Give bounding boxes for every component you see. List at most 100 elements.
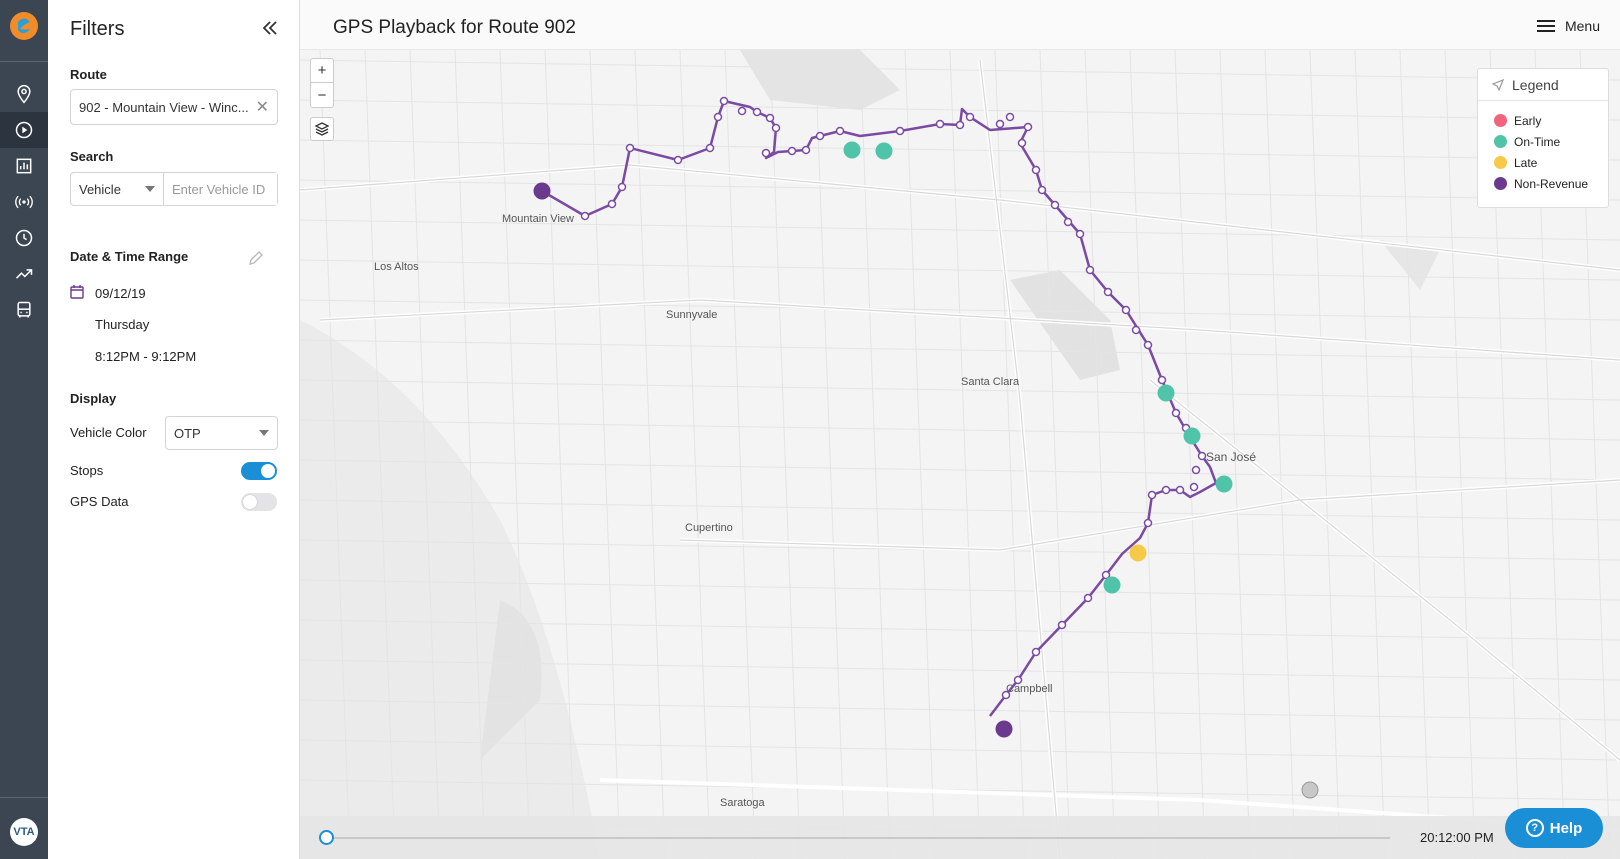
place-label: Los Altos [374,261,419,273]
route-stop-marker[interactable] [995,119,1005,129]
route-stop-marker[interactable] [1050,200,1060,210]
route-stop-marker[interactable] [1085,265,1095,275]
route-stop-marker[interactable] [1191,465,1201,475]
date-value: 09/12/19 [95,286,146,301]
route-stop-marker[interactable] [1189,482,1199,492]
vehicle-marker[interactable] [875,142,893,160]
route-stop-marker[interactable] [771,123,781,133]
vehicle-marker[interactable] [995,720,1013,738]
chevron-down-icon [259,430,269,436]
route-stop-marker[interactable] [737,106,747,116]
vehicle-marker[interactable] [1157,384,1175,402]
collapse-panel-icon[interactable] [260,18,280,38]
route-stop-marker[interactable] [1037,185,1047,195]
route-stop-marker[interactable] [1175,485,1185,495]
nav-location-icon[interactable] [0,76,48,112]
route-stop-marker[interactable] [1103,287,1113,297]
route-stop-marker[interactable] [617,182,627,192]
vehicle-marker[interactable] [843,141,861,159]
route-stop-marker[interactable] [787,146,797,156]
place-label: Cupertino [685,522,733,534]
route-stop-marker[interactable] [1131,325,1141,335]
legend-item: On-Time [1478,131,1608,152]
route-stop-marker[interactable] [1143,518,1153,528]
nav-playback-icon[interactable] [0,112,48,148]
route-stop-marker[interactable] [935,119,945,129]
nav-history-icon[interactable] [0,220,48,256]
route-stop-marker[interactable] [1063,217,1073,227]
playback-slider-thumb[interactable] [319,830,334,845]
route-stop-marker[interactable] [1017,138,1027,148]
route-stop-marker[interactable] [761,148,771,158]
route-stop-marker[interactable] [835,126,845,136]
route-stop-marker[interactable] [1171,408,1181,418]
route-stop-marker[interactable] [752,107,762,117]
legend-label: On-Time [1514,134,1561,149]
map-view[interactable]: Mountain View Los Altos Sunnyvale Santa … [300,0,1620,859]
route-stop-marker[interactable] [965,112,975,122]
vehicle-marker[interactable] [1129,544,1147,562]
route-stop-marker[interactable] [580,211,590,221]
playback-track[interactable] [327,837,1390,839]
route-stop-marker[interactable] [705,143,715,153]
nav-reports-icon[interactable] [0,148,48,184]
nav-rail: VTA [0,0,48,859]
vehicle-id-input[interactable] [164,173,277,205]
route-stop-marker[interactable] [801,145,811,155]
route-stop-marker[interactable] [1143,340,1153,350]
edit-pencil-icon[interactable] [248,250,264,266]
route-stop-marker[interactable] [955,120,965,130]
help-button[interactable]: ? Help [1505,808,1603,848]
map-canvas[interactable]: Mountain View Los Altos Sunnyvale Santa … [300,0,1620,859]
zoom-in-button[interactable]: + [311,59,333,83]
route-stop-marker[interactable] [1057,620,1067,630]
route-stop-marker[interactable] [625,143,635,153]
filters-panel: Filters Route 902 - Mountain View - Winc… [48,0,300,859]
gps-data-toggle[interactable] [241,493,277,511]
legend-item: Early [1478,110,1608,131]
stops-label: Stops [70,463,104,478]
route-stop-marker[interactable] [1031,647,1041,657]
route-stop-marker[interactable] [719,96,729,106]
vehicle-marker[interactable] [1103,576,1121,594]
playback-bar: 20:12:00 PM [300,816,1620,859]
vehicle-marker[interactable] [1215,475,1233,493]
route-stop-marker[interactable] [673,155,683,165]
legend-dot [1494,177,1507,190]
nav-trends-icon[interactable] [0,256,48,292]
route-stop-marker[interactable] [765,113,775,123]
legend-header[interactable]: Legend [1478,69,1608,101]
vta-logo-icon: VTA [10,818,38,846]
vehicle-color-select[interactable]: OTP [165,416,278,450]
route-stop-marker[interactable] [1031,165,1041,175]
route-select[interactable]: 902 - Mountain View - Winc... ✕ [70,89,278,125]
route-stop-marker[interactable] [1083,593,1093,603]
legend-dot [1494,114,1507,127]
route-stop-marker[interactable] [815,131,825,141]
nav-bus-icon[interactable] [0,292,48,328]
route-stop-marker[interactable] [1023,122,1033,132]
route-stop-marker[interactable] [1147,490,1157,500]
route-stop-marker[interactable] [607,199,617,209]
nav-broadcast-icon[interactable] [0,184,48,220]
zoom-out-button[interactable]: − [311,83,333,107]
route-stop-marker[interactable] [1001,690,1011,700]
route-stop-marker[interactable] [1197,451,1207,461]
menu-button[interactable]: Menu [1536,18,1600,34]
route-stop-marker[interactable] [1121,305,1131,315]
clear-route-icon[interactable]: ✕ [256,97,269,117]
route-stop-marker[interactable] [895,126,905,136]
vehicle-marker[interactable] [1183,427,1201,445]
search-label: Search [70,149,114,164]
vehicle-marker[interactable] [533,182,551,200]
layers-button[interactable] [310,117,334,141]
route-stop-marker[interactable] [1013,675,1023,685]
search-type-select[interactable]: Vehicle [71,173,164,205]
route-stop-marker[interactable] [1161,485,1171,495]
route-stop-marker[interactable] [1157,375,1167,385]
route-stop-marker[interactable] [1075,229,1085,239]
route-stop-marker[interactable] [1005,112,1015,122]
stops-toggle[interactable] [241,462,277,480]
route-stop-marker[interactable] [713,112,723,122]
legend-label: Late [1514,155,1538,170]
